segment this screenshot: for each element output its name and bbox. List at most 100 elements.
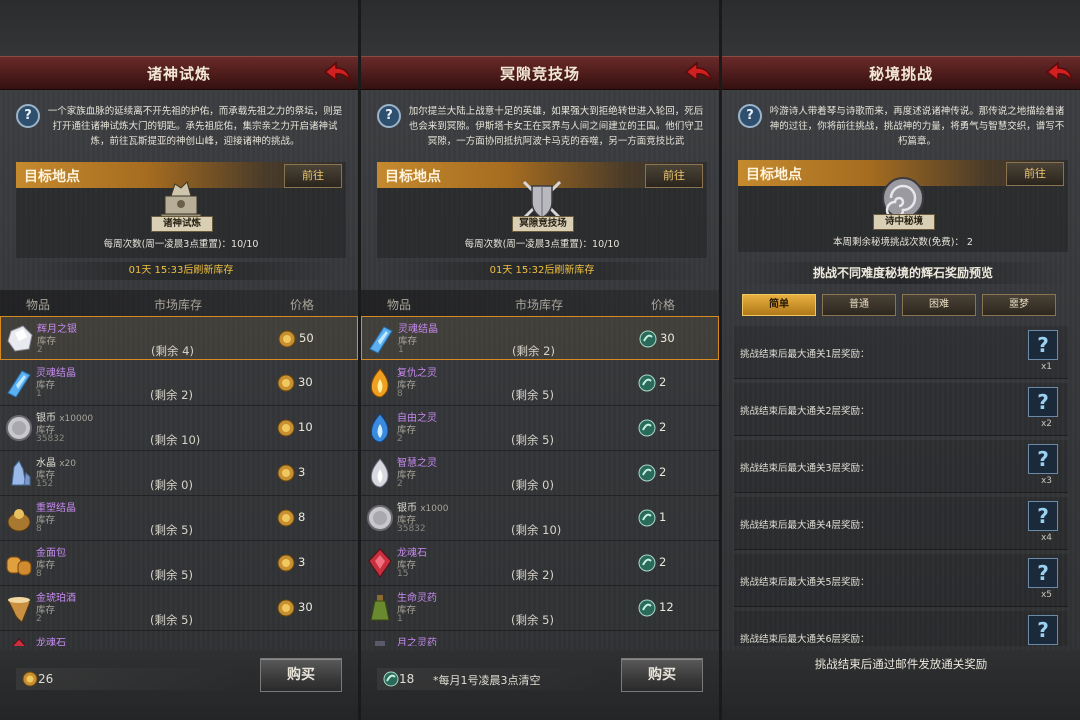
golden-bread-icon	[6, 556, 32, 576]
reward-label: 挑战结束后最大通关2层奖励：	[740, 406, 870, 417]
back-arrow-icon[interactable]	[322, 60, 352, 86]
price: 8	[298, 510, 306, 524]
table-row[interactable]: 金琥珀酒 库存 2 (剩余 5) 30	[0, 586, 358, 631]
dragon-soul-stone-icon	[368, 548, 392, 578]
sun-medal-icon	[277, 374, 295, 392]
table-row[interactable]: 银币 x1000 库存 35832 (剩余 10) 1	[361, 496, 719, 541]
tab-hard[interactable]: 困难	[902, 294, 976, 316]
tab-nightmare[interactable]: 噩梦	[982, 294, 1056, 316]
remaining: (剩余 2)	[150, 388, 193, 402]
vengeance-spirit-icon	[370, 368, 389, 398]
back-arrow-icon[interactable]	[1044, 60, 1074, 86]
col-price: 价格	[290, 298, 315, 312]
table-row[interactable]: 金面包 库存 8 (剩余 5) 3	[0, 541, 358, 586]
reward-row: 挑战结束后最大通关4层奖励： ? x4	[734, 497, 1068, 550]
table-row[interactable]: 龙魂石	[0, 631, 358, 646]
price: 2	[659, 375, 667, 389]
price: 2	[659, 555, 667, 569]
title-bar: 秘境挑战	[722, 56, 1080, 90]
silver-ore-icon	[7, 325, 33, 352]
table-row[interactable]: 月之灵药	[361, 631, 719, 646]
unknown-reward-icon[interactable]: ?	[1028, 615, 1058, 645]
table-row[interactable]: 自由之灵 库存 2 (剩余 5) 2	[361, 406, 719, 451]
back-arrow-icon[interactable]	[683, 60, 713, 86]
price: 50	[299, 331, 314, 345]
refresh-timer: 01天 15:33后刷新库存	[16, 262, 346, 280]
crystal-icon	[11, 460, 31, 486]
remaining-challenges: 本周剩余秘境挑战次数(免费)： 2	[833, 237, 973, 248]
freedom-spirit-icon	[370, 413, 389, 443]
price: 3	[298, 465, 306, 479]
sun-medal-icon	[278, 330, 296, 348]
remaining: (剩余 5)	[150, 568, 193, 582]
description: ? 加尔提兰大陆上战意十足的英雄，如果强大到拒绝转世进入轮回，死后也会来到冥隙。…	[377, 104, 709, 150]
balance-value: 26	[38, 672, 54, 686]
remaining: (剩余 4)	[151, 344, 194, 358]
question-icon[interactable]: ?	[738, 104, 762, 128]
footer-note: 挑战结束后通过邮件发放通关奖励	[814, 657, 988, 671]
green-orb-icon	[638, 419, 656, 437]
price: 30	[660, 331, 675, 345]
reward-qty: x5	[1040, 590, 1052, 600]
panel-title: 秘境挑战	[868, 65, 933, 83]
go-button[interactable]: 前往	[284, 164, 342, 188]
buy-button[interactable]: 购买	[260, 658, 342, 692]
remaining: (剩余 5)	[511, 433, 554, 447]
difficulty-tabs: 简单 普通 困难 噩梦	[738, 294, 1068, 316]
stock-value: 35832	[397, 524, 426, 534]
green-orb-icon	[638, 599, 656, 617]
description: ? 一个家族血脉的延续离不开先祖的护佑，而承载先祖之力的祭坛，则是打开通往诸神试…	[16, 104, 348, 150]
reward-row: 挑战结束后最大通关5层奖励： ? x5	[734, 554, 1068, 607]
sun-medal-icon	[277, 554, 295, 572]
tab-easy[interactable]: 简单	[742, 294, 816, 316]
unknown-reward-icon[interactable]: ?	[1028, 330, 1058, 360]
top-bg	[722, 0, 1080, 56]
table-row[interactable]: 重塑结晶 库存 8 (剩余 5) 8	[0, 496, 358, 541]
stock-value: 1	[397, 614, 403, 624]
panel-title: 诸神试炼	[146, 65, 211, 83]
go-button[interactable]: 前往	[1006, 162, 1064, 186]
emblem-label: 冥隙竞技场	[512, 216, 574, 232]
table-row[interactable]: 生命灵药 库存 1 (剩余 5) 12	[361, 586, 719, 631]
reset-note: *每月1号凌晨3点清空	[433, 674, 541, 687]
table-row[interactable]: 辉月之银 库存 2 (剩余 4) 50	[0, 316, 358, 360]
stock-value: 15	[397, 569, 409, 579]
unknown-reward-icon[interactable]: ?	[1028, 501, 1058, 531]
unknown-reward-icon[interactable]: ?	[1028, 558, 1058, 588]
table-row[interactable]: 灵魂结晶 库存 1 (剩余 2) 30	[361, 316, 719, 360]
tab-normal[interactable]: 普通	[822, 294, 896, 316]
emblem-label: 诗中秘境	[873, 214, 935, 230]
reward-row: 挑战结束后最大通关2层奖励： ? x2	[734, 383, 1068, 436]
emblem-label: 诸神试炼	[151, 216, 213, 232]
target-label: 目标地点	[385, 169, 441, 185]
table-row[interactable]: 复仇之灵 库存 8 (剩余 5) 2	[361, 361, 719, 406]
stock-value: 8	[36, 569, 42, 579]
reward-row: 挑战结束后最大通关3层奖励： ? x3	[734, 440, 1068, 493]
buy-button[interactable]: 购买	[621, 658, 703, 692]
go-button[interactable]: 前往	[645, 164, 703, 188]
unknown-reward-icon[interactable]: ?	[1028, 387, 1058, 417]
question-icon[interactable]: ?	[16, 104, 40, 128]
dragon-soul-stone-icon	[11, 638, 27, 646]
unknown-reward-icon[interactable]: ?	[1028, 444, 1058, 474]
reward-label: 挑战结束后最大通关5层奖励：	[740, 577, 870, 588]
reward-qty: x2	[1040, 419, 1052, 429]
table-row[interactable]: 灵魂结晶 库存 1 (剩余 2) 30	[0, 361, 358, 406]
top-bg	[361, 0, 719, 56]
weekly-count: 每周次数(周一凌晨3点重置)：10/10	[103, 239, 259, 250]
remaining: (剩余 2)	[512, 344, 555, 358]
silver-coin-icon	[6, 415, 32, 441]
bottom-bar: 26 购买	[0, 650, 358, 720]
table-row[interactable]: 龙魂石 库存 15 (剩余 2) 2	[361, 541, 719, 586]
col-item: 物品	[387, 298, 412, 312]
reward-label: 挑战结束后最大通关4层奖励：	[740, 520, 870, 531]
reward-row: 挑战结束后最大通关1层奖励： ? x1	[734, 326, 1068, 379]
stock-value: 2	[397, 434, 403, 444]
reshape-crystal-icon	[7, 509, 31, 532]
table-row[interactable]: 智慧之灵 库存 2 (剩余 0) 2	[361, 451, 719, 496]
soul-crystal-icon	[369, 326, 393, 354]
table-row[interactable]: 水晶 x20 库存 152 (剩余 0) 3	[0, 451, 358, 496]
description-text: 吟游诗人带着琴与诗歌而来，再度述说诸神传说。那传说之地描绘着诸神的过往，你将前往…	[769, 106, 1065, 147]
question-icon[interactable]: ?	[377, 104, 401, 128]
table-row[interactable]: 银币 x10000 库存 35832 (剩余 10) 10	[0, 406, 358, 451]
